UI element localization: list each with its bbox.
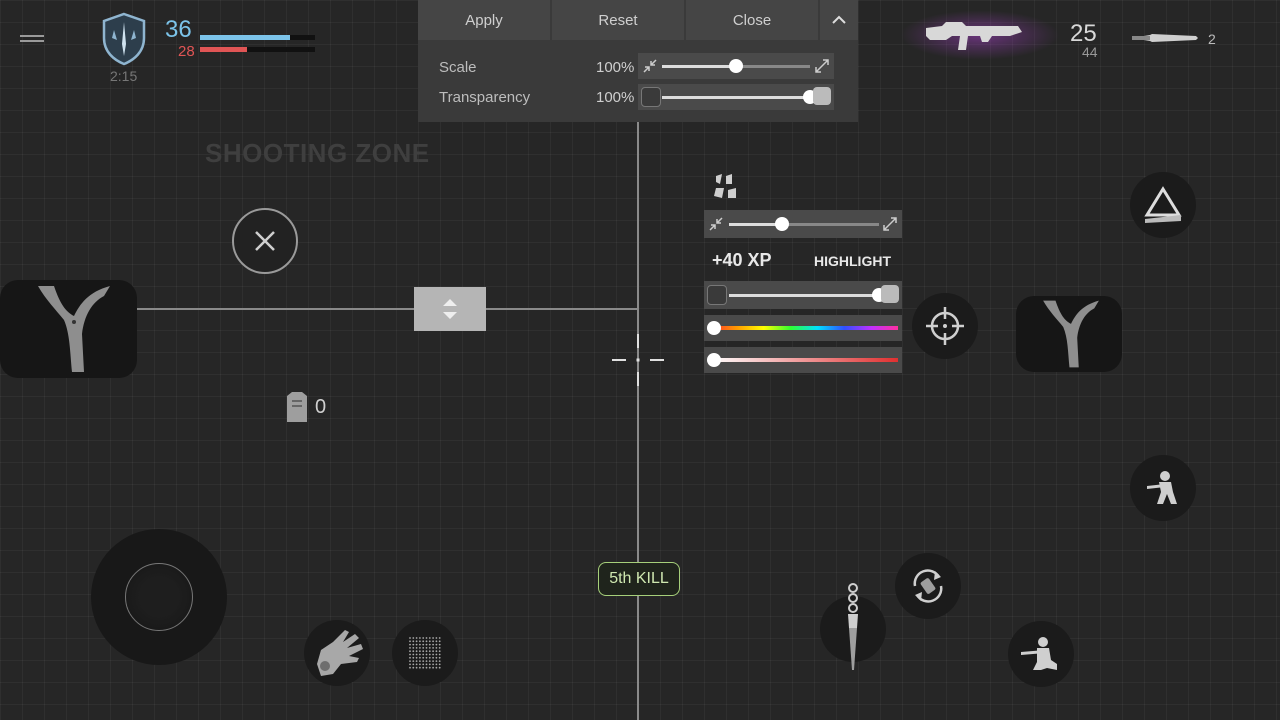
close-button[interactable]: Close [686, 0, 818, 40]
highlight-hue-knob[interactable] [707, 321, 721, 335]
match-timer: 2:15 [110, 68, 138, 84]
collapse-button[interactable] [820, 0, 858, 40]
armor-value: 28 [178, 43, 195, 60]
apply-button[interactable]: Apply [418, 0, 550, 40]
menu-button[interactable] [20, 32, 44, 45]
inventory-button[interactable] [392, 620, 458, 686]
armor-vest-icon [287, 392, 307, 422]
slingshot-icon [1043, 300, 1099, 368]
close-icon [255, 231, 275, 251]
primary-weapon[interactable] [900, 10, 1060, 60]
knife-icon[interactable] [1130, 30, 1200, 46]
shield-icon [100, 12, 148, 66]
kill-streak-badge: 5th KILL [598, 562, 680, 596]
joystick-thumb[interactable] [125, 563, 193, 631]
dots-grid-icon [409, 637, 441, 669]
jump-button-left[interactable] [0, 280, 137, 378]
transparent-swatch-icon [641, 87, 661, 107]
highlight-saturation-slider[interactable] [704, 347, 902, 373]
knife-count: 2 [1208, 31, 1216, 47]
crouch-button[interactable] [1130, 455, 1196, 521]
grenade-button[interactable] [1130, 172, 1196, 238]
movement-joystick[interactable] [91, 529, 227, 665]
transparency-slider[interactable] [638, 84, 834, 110]
reserve-ammo: 44 [1082, 44, 1098, 60]
shrink-icon [643, 59, 657, 73]
butterfly-knife-icon [848, 583, 858, 670]
prone-button[interactable] [1008, 621, 1074, 687]
transparent-swatch-icon [707, 285, 727, 305]
highlight-label: HIGHLIGHT [814, 253, 891, 269]
chevron-up-icon [832, 15, 846, 24]
health-value: 36 [165, 16, 192, 43]
armor-bar [200, 47, 315, 52]
slingshot-icon [38, 286, 110, 372]
highlight-hue-slider[interactable] [704, 315, 902, 341]
glove-icon [317, 630, 363, 676]
highlight-toggle-icon[interactable] [712, 172, 740, 200]
scale-label: Scale [439, 59, 477, 76]
soldier-crouch-icon [1147, 471, 1177, 504]
transparency-label: Transparency [439, 89, 531, 106]
melee-button[interactable] [820, 583, 886, 670]
reset-button[interactable]: Reset [552, 0, 684, 40]
health-bar [200, 35, 315, 40]
vertical-guide-line [637, 122, 639, 720]
reload-button[interactable] [895, 553, 961, 619]
armor-pickup-count: 0 [315, 396, 327, 418]
opaque-swatch-icon [813, 87, 831, 105]
ramp-icon [1144, 186, 1182, 223]
scale-slider[interactable] [638, 53, 834, 79]
scope-icon [926, 307, 964, 345]
remove-element-button[interactable] [232, 208, 298, 274]
smg-icon [926, 22, 1022, 50]
reload-icon [913, 569, 943, 603]
highlight-saturation-knob[interactable] [707, 353, 721, 367]
highlight-size-knob[interactable] [774, 217, 789, 231]
opaque-swatch-icon [881, 285, 899, 303]
jump-button-right[interactable] [1016, 296, 1122, 372]
up-down-arrows-icon [443, 299, 457, 319]
resize-handle[interactable] [414, 287, 486, 331]
layout-editor-panel: Apply Reset Close Scale 100% Transparenc… [418, 0, 858, 122]
highlight-opacity-slider[interactable] [704, 281, 902, 309]
shrink-icon [709, 217, 723, 231]
scale-slider-knob[interactable] [729, 59, 743, 73]
aim-button[interactable] [912, 293, 978, 359]
soldier-kneel-icon [1021, 637, 1057, 670]
xp-preview: +40 XP [712, 250, 772, 270]
shooting-zone-label: SHOOTING ZONE [205, 138, 430, 168]
expand-icon [815, 59, 829, 73]
scale-value: 100% [596, 59, 635, 76]
highlight-size-slider[interactable] [704, 210, 902, 238]
crosshair-icon [612, 334, 664, 386]
transparency-value: 100% [596, 89, 635, 106]
hamburger-icon [20, 35, 44, 37]
expand-icon [883, 217, 897, 231]
interact-button[interactable] [304, 620, 370, 686]
